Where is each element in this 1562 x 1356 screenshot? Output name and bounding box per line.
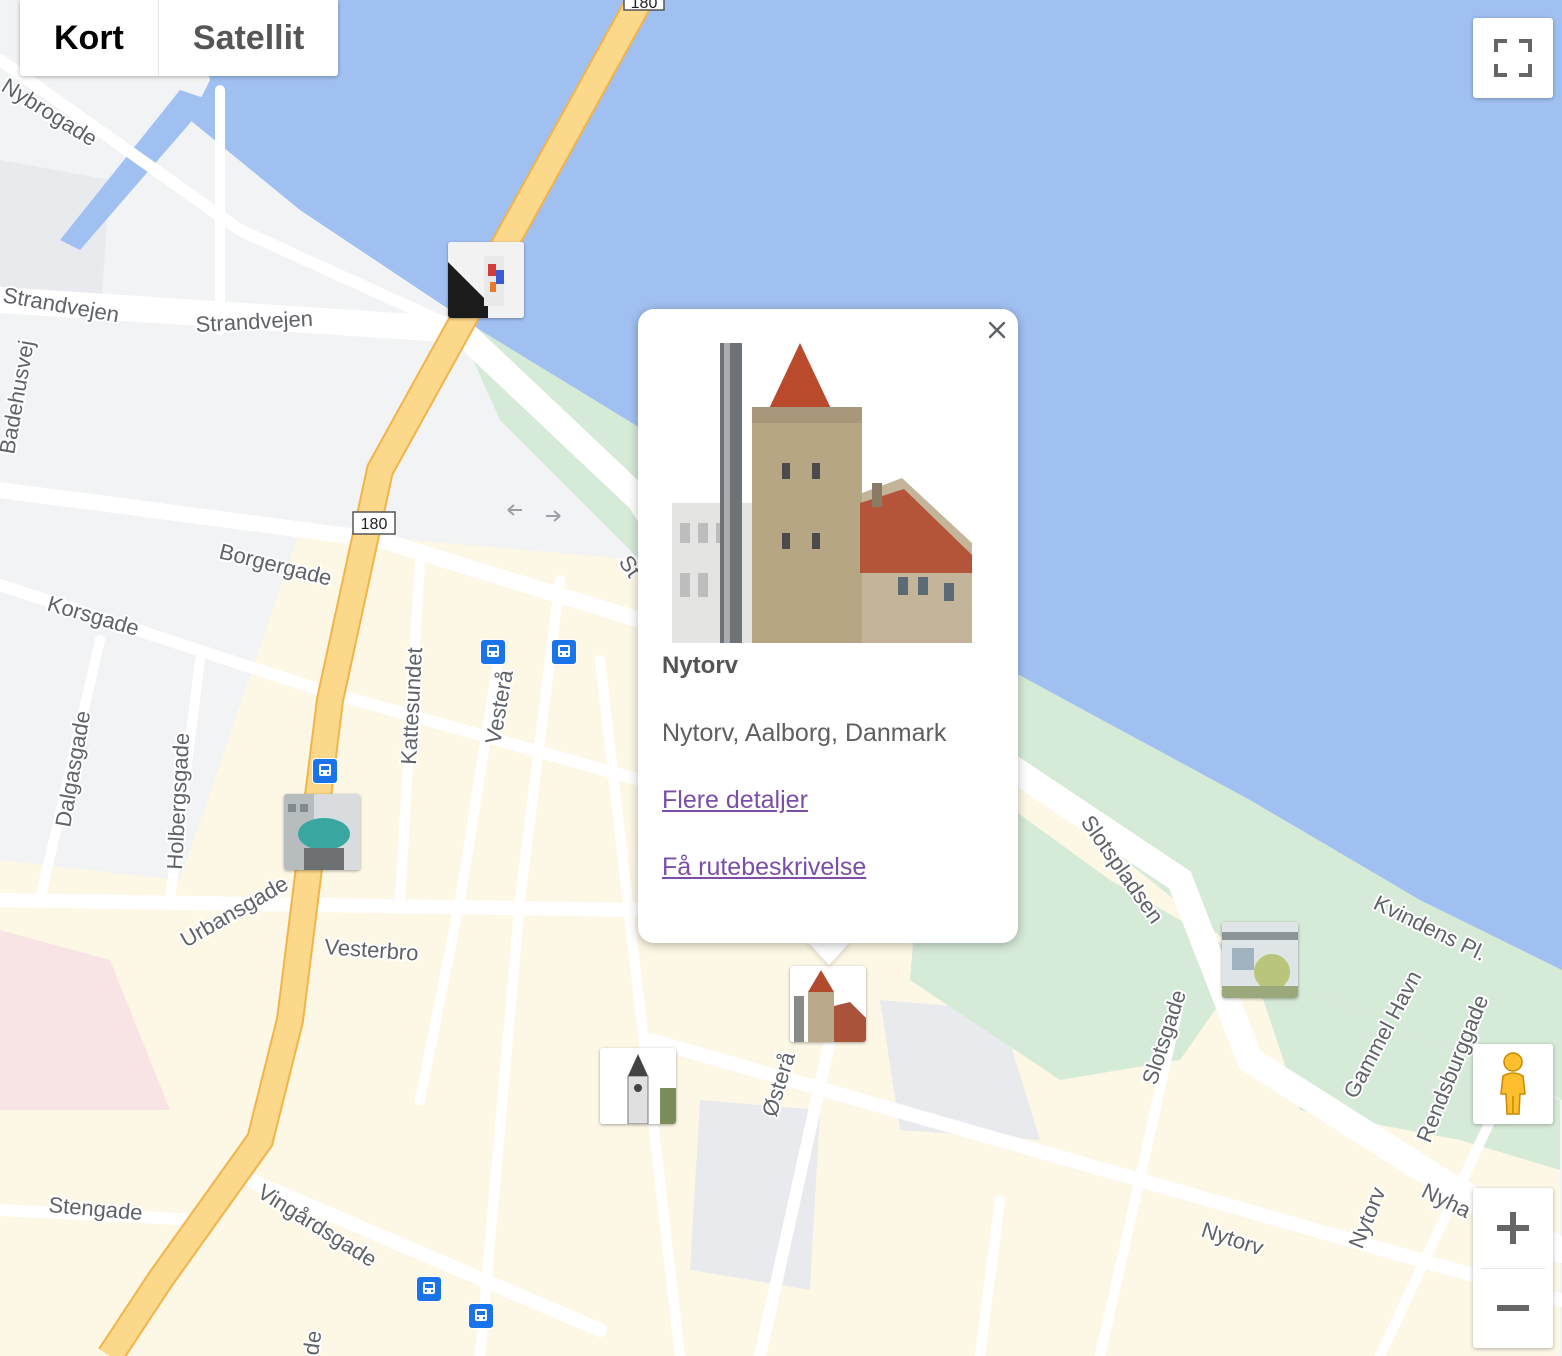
place-address: Nytorv, Aalborg, Danmark	[662, 719, 947, 747]
street-view-button[interactable]	[1473, 1044, 1553, 1124]
zoom-in-button[interactable]	[1473, 1188, 1553, 1268]
zoom-control	[1473, 1188, 1553, 1348]
photo-marker-house[interactable]	[1222, 922, 1298, 998]
pegman-icon	[1500, 1052, 1526, 1115]
minus-icon	[1497, 1305, 1529, 1312]
fullscreen-button[interactable]	[1473, 18, 1553, 98]
place-photo	[672, 343, 972, 643]
label-edge-partial: de	[298, 1329, 326, 1356]
route-shield-top: 180	[623, 0, 665, 12]
map-type-map-button[interactable]: Kort	[20, 0, 158, 76]
close-icon[interactable]	[980, 313, 1014, 347]
map-canvas[interactable]: Nybrogade Strandvejen Strandvejen Badehu…	[0, 0, 1562, 1356]
route-shield-middle: 180	[352, 511, 396, 535]
map-type-control: Kort Satellit	[20, 0, 339, 76]
map-type-satellite-button[interactable]: Satellit	[157, 0, 338, 76]
fullscreen-icon	[1494, 39, 1532, 77]
photo-marker-waterfront-art[interactable]	[448, 242, 524, 318]
infowindow: Nytorv Nytorv, Aalborg, Danmark Flere de…	[638, 309, 1018, 943]
infowindow-tail	[807, 941, 851, 965]
place-title: Nytorv	[662, 652, 739, 679]
bus-stop-icon[interactable]	[312, 758, 338, 784]
more-details-link[interactable]: Flere detaljer	[662, 786, 808, 815]
bus-stop-icon[interactable]	[416, 1276, 442, 1302]
bus-stop-icon[interactable]	[480, 639, 506, 665]
bus-stop-icon[interactable]	[468, 1303, 494, 1329]
svg-text:180: 180	[361, 516, 388, 533]
plus-icon	[1497, 1211, 1529, 1244]
zoom-out-button[interactable]	[1473, 1269, 1553, 1349]
photo-marker-nytorv[interactable]	[790, 966, 866, 1042]
photo-marker-bull-statue[interactable]	[284, 794, 360, 870]
svg-text:180: 180	[631, 0, 658, 12]
photo-marker-church[interactable]	[600, 1048, 676, 1124]
directions-link[interactable]: Få rutebeskrivelse	[662, 853, 866, 882]
bus-stop-icon[interactable]	[551, 639, 577, 665]
